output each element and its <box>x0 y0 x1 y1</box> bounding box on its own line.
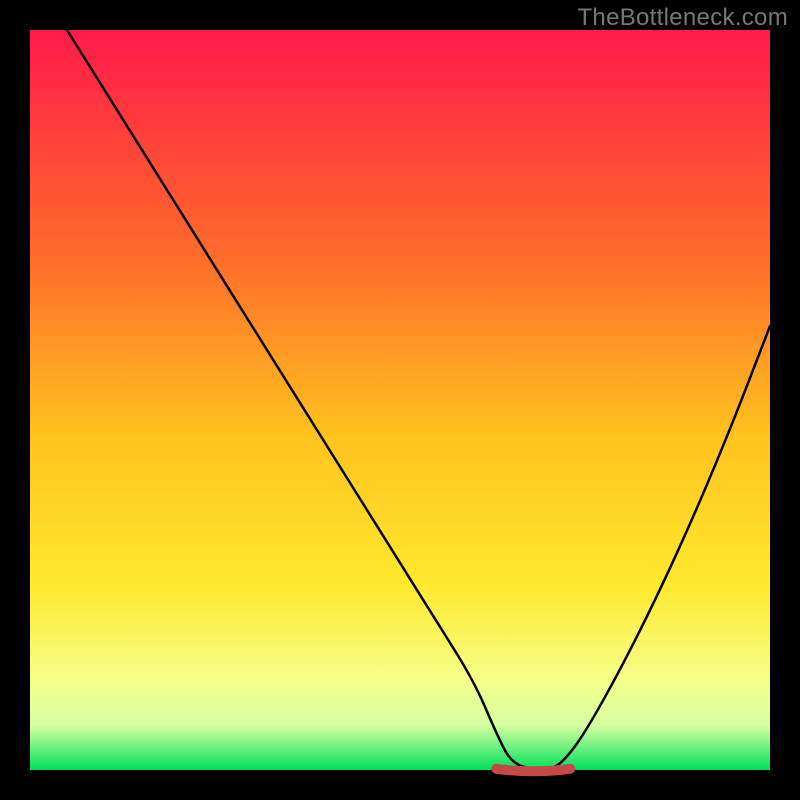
chart-gradient-background <box>30 30 770 770</box>
bottleneck-chart <box>0 0 800 800</box>
optimal-range-marker <box>496 769 570 772</box>
chart-frame: TheBottleneck.com <box>0 0 800 800</box>
watermark-text: TheBottleneck.com <box>577 4 788 32</box>
